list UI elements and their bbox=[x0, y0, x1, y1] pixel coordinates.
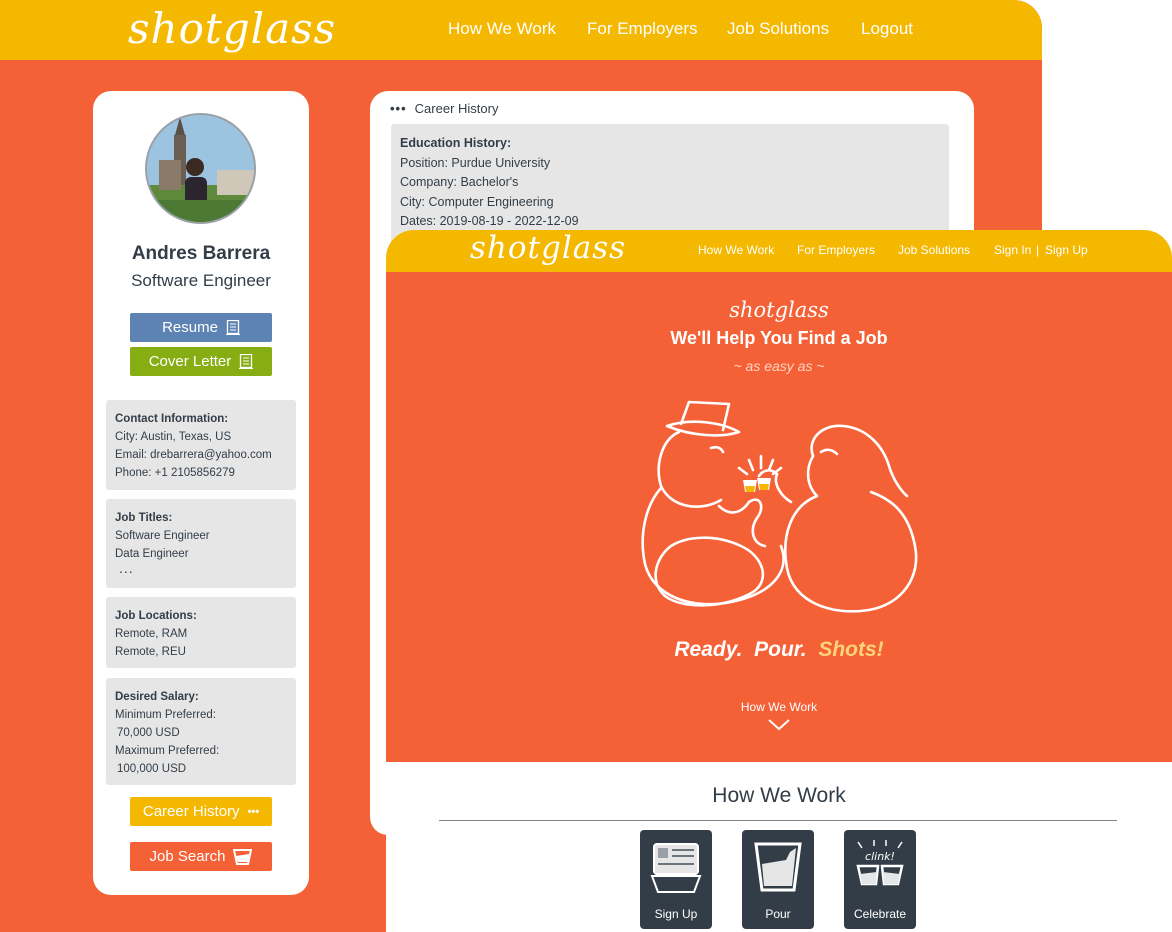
job-location-item: Remote, REU bbox=[115, 646, 186, 658]
landing-window: shotglass How We Work For Employers Job … bbox=[386, 230, 1172, 932]
screenshot-stage: shotglass How We Work For Employers Job … bbox=[0, 0, 1172, 932]
profile-card: Andres Barrera Software Engineer Resume … bbox=[93, 91, 309, 895]
tagline-shots: Shots! bbox=[818, 638, 884, 661]
profile-top-bar: shotglass How We Work For Employers Job … bbox=[0, 0, 1042, 60]
step-celebrate-card[interactable]: clink! Celebrate bbox=[844, 830, 916, 929]
more-dots-icon[interactable]: ••• bbox=[390, 101, 407, 116]
cover-letter-button[interactable]: Cover Letter bbox=[130, 347, 272, 376]
job-locations-header: Job Locations: bbox=[115, 610, 197, 622]
nav-job-solutions[interactable]: Job Solutions bbox=[898, 243, 970, 257]
signup-form-icon bbox=[650, 843, 702, 893]
profile-name: Andres Barrera bbox=[131, 243, 271, 264]
desired-salary-panel: Desired Salary: Minimum Preferred: 70,00… bbox=[106, 678, 296, 785]
resume-button[interactable]: Resume bbox=[130, 313, 272, 342]
nav-job-solutions[interactable]: Job Solutions bbox=[727, 19, 829, 39]
job-titles-header: Job Titles: bbox=[115, 512, 173, 524]
job-search-button-label: Job Search bbox=[149, 848, 226, 865]
job-title-item: Data Engineer bbox=[115, 548, 189, 560]
nav-how-we-work[interactable]: How We Work bbox=[448, 19, 556, 39]
tagline-pour: Pour. bbox=[754, 638, 807, 661]
hero-title: We'll Help You Find a Job bbox=[670, 328, 888, 348]
education-city: City: Computer Engineering bbox=[400, 194, 554, 209]
clink-text: clink! bbox=[865, 850, 895, 863]
step-pour-card[interactable]: Pour bbox=[742, 830, 814, 929]
document-icon bbox=[225, 320, 240, 335]
salary-max-label: Maximum Preferred: bbox=[115, 745, 220, 757]
two-friends-toasting-illustration bbox=[641, 400, 918, 613]
education-position: Position: Purdue University bbox=[400, 155, 551, 170]
document-icon bbox=[239, 354, 254, 369]
tagline-ready: Ready. bbox=[674, 638, 743, 661]
nav-sign-in[interactable]: Sign In bbox=[994, 243, 1031, 257]
more-job-titles[interactable]: ... bbox=[115, 561, 287, 575]
avatar bbox=[145, 113, 256, 224]
more-dots-icon: ••• bbox=[247, 805, 260, 818]
step-sign-up-label: Sign Up bbox=[654, 907, 698, 921]
career-history-button-label: Career History bbox=[142, 803, 240, 820]
shot-glass-icon bbox=[233, 848, 253, 865]
salary-max-value: 100,000 USD bbox=[117, 763, 187, 775]
job-title-item: Software Engineer bbox=[115, 530, 210, 542]
career-history-header: ••• Career History bbox=[390, 101, 498, 116]
salary-header: Desired Salary: bbox=[115, 691, 199, 703]
salary-min-value: 70,000 USD bbox=[117, 727, 180, 739]
education-company: Company: Bachelor's bbox=[400, 175, 519, 189]
resume-button-label: Resume bbox=[162, 319, 218, 336]
education-dates: Dates: 2019-08-19 - 2022-12-09 bbox=[400, 214, 579, 228]
salary-min-label: Minimum Preferred: bbox=[115, 709, 216, 721]
job-search-button[interactable]: Job Search bbox=[130, 842, 272, 871]
cover-letter-button-label: Cover Letter bbox=[148, 353, 232, 370]
site-logo[interactable]: shotglass bbox=[470, 230, 626, 266]
landing-top-bar: shotglass How We Work For Employers Job … bbox=[386, 230, 1172, 272]
pouring-shot-glass-icon bbox=[754, 842, 802, 892]
how-we-work-scroll-link[interactable]: How We Work bbox=[386, 700, 1172, 714]
profile-job-title: Software Engineer bbox=[131, 271, 271, 290]
site-logo[interactable]: shotglass bbox=[128, 4, 336, 53]
nav-for-employers[interactable]: For Employers bbox=[797, 243, 875, 257]
job-titles-panel: Job Titles: Software Engineer Data Engin… bbox=[106, 499, 296, 588]
step-pour-label: Pour bbox=[765, 907, 791, 921]
nav-sign-up[interactable]: Sign Up bbox=[1045, 243, 1088, 257]
contact-header: Contact Information: bbox=[115, 413, 229, 425]
section-divider bbox=[439, 820, 1117, 821]
nav-logout[interactable]: Logout bbox=[861, 19, 913, 39]
contact-email: Email: drebarrera@yahoo.com bbox=[115, 449, 272, 461]
job-location-item: Remote, RAM bbox=[115, 628, 188, 640]
hero-subtitle: ~ as easy as ~ bbox=[733, 358, 825, 374]
chevron-down-icon[interactable] bbox=[767, 718, 791, 732]
step-sign-up-card[interactable]: Sign Up bbox=[640, 830, 712, 929]
clinking-glasses-icon: clink! bbox=[856, 840, 904, 886]
education-header: Education History: bbox=[400, 136, 512, 150]
career-history-button[interactable]: Career History ••• bbox=[130, 797, 272, 826]
contact-info-panel: Contact Information: City: Austin, Texas… bbox=[106, 400, 296, 490]
career-history-title: Career History bbox=[414, 101, 499, 116]
contact-phone: Phone: +1 2105856279 bbox=[115, 467, 235, 479]
hero-section: shotglass We'll Help You Find a Job ~ as… bbox=[386, 272, 1172, 762]
hero-tagline: Ready. Pour. Shots! bbox=[386, 638, 1172, 662]
nav-how-we-work[interactable]: How We Work bbox=[698, 243, 774, 257]
hero-logo: shotglass bbox=[729, 298, 829, 322]
how-we-work-title: How We Work bbox=[712, 784, 846, 807]
job-locations-panel: Job Locations: Remote, RAM Remote, REU bbox=[106, 597, 296, 668]
contact-city: City: Austin, Texas, US bbox=[115, 431, 232, 443]
nav-for-employers[interactable]: For Employers bbox=[587, 19, 698, 39]
step-celebrate-label: Celebrate bbox=[853, 907, 907, 921]
nav-separator: | bbox=[1036, 243, 1040, 257]
